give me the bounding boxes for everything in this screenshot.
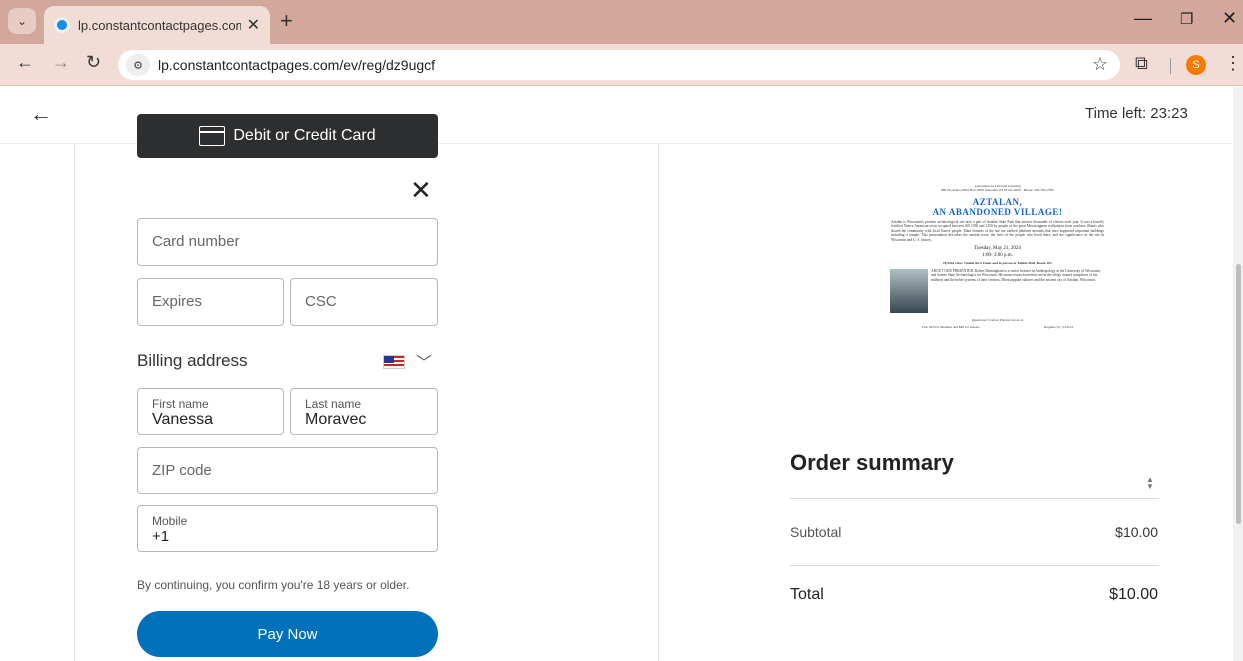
card-button-label: Debit or Credit Card <box>233 127 376 144</box>
profile-avatar[interactable]: S <box>1186 55 1206 75</box>
subtotal-value: $10.00 <box>1115 524 1158 540</box>
close-card-form-icon[interactable]: ✕ <box>410 177 432 203</box>
browser-toolbar: ← → ↻ ⚙ lp.constantcontactpages.com/ev/r… <box>0 44 1243 86</box>
flyer-contact: 869 Wood Road/PO Box 2000, Kenosha WI 53… <box>940 188 1055 192</box>
bookmark-star-icon[interactable]: ☆ <box>1092 54 1108 75</box>
tab-title: lp.constantcontactpages.com/e <box>78 17 241 33</box>
restore-icon[interactable]: ❐ <box>1180 10 1193 28</box>
flyer-fee: Fee: $10 for Member and $20 for Guests <box>922 325 980 330</box>
mobile-value: +1 <box>152 528 170 545</box>
first-name-value: Vanessa <box>152 411 214 428</box>
mobile-field[interactable]: Mobile +1 <box>137 505 438 552</box>
zip-code-placeholder: ZIP code <box>152 462 212 479</box>
scrollbar-thumb[interactable] <box>1236 264 1241 524</box>
csc-field[interactable]: CSC <box>290 278 438 326</box>
summary-divider <box>790 498 1159 499</box>
window-close-icon[interactable]: ✕ <box>1222 8 1237 29</box>
extensions-icon[interactable]: ⧉ <box>1135 53 1148 74</box>
flyer-time: 1:00- 3:00 p.m. <box>982 253 1013 259</box>
first-name-field[interactable]: First name Vanessa <box>137 388 284 435</box>
last-name-label: Last name <box>305 397 362 411</box>
minimize-icon[interactable]: — <box>1134 8 1152 29</box>
presenter-photo <box>890 269 928 314</box>
flyer-title-line2: AN ABANDONED VILLAGE! <box>932 207 1063 217</box>
last-name-field[interactable]: Last name Moravec <box>290 388 438 435</box>
pay-now-label: Pay Now <box>257 625 318 643</box>
more-menu-icon[interactable]: ⋮ <box>1224 53 1242 74</box>
flyer-title-line1: AZTALAN, <box>972 197 1023 207</box>
site-favicon-icon <box>54 17 70 33</box>
flyer-fee-row: Fee: $10 for Member and $20 for Guests R… <box>890 325 1105 329</box>
quantity-stepper-icon[interactable]: ▲ ▼ <box>1146 476 1154 491</box>
chevron-down-icon[interactable]: ﹀ <box>416 349 432 373</box>
card-number-placeholder: Card number <box>152 233 240 250</box>
age-disclaimer: By continuing, you confirm you're 18 yea… <box>137 578 410 592</box>
flyer-presenter-row: ABOUT OUR PRESENTER: Robert Birmingham i… <box>890 269 1105 314</box>
card-number-field[interactable]: Card number <box>137 218 438 266</box>
debit-credit-card-button[interactable]: Debit or Credit Card <box>137 114 438 158</box>
page-back-icon[interactable]: ← <box>30 101 52 127</box>
flyer-format: Hybrid class: Online thru Zoom and in pe… <box>943 261 1052 266</box>
middle-column-border <box>658 143 659 661</box>
csc-placeholder: CSC <box>305 293 337 310</box>
browser-tab[interactable]: lp.constantcontactpages.com/e ✕ <box>44 6 270 44</box>
last-name-value: Moravec <box>305 411 367 428</box>
forward-icon[interactable]: → <box>52 52 70 73</box>
mobile-label: Mobile <box>152 514 188 528</box>
time-left: Time left: 23:23 <box>1085 105 1188 122</box>
url-text: lp.constantcontactpages.com/ev/reg/dz9ug… <box>158 57 436 73</box>
event-flyer: Adventures in Lifelong Learning 869 Wood… <box>890 184 1105 428</box>
total-label: Total <box>790 586 824 603</box>
total-divider <box>790 565 1159 566</box>
browser-tabbar: ⌄ lp.constantcontactpages.com/e ✕ + — ❐ … <box>0 0 1243 44</box>
pay-now-button[interactable]: Pay Now <box>137 611 438 657</box>
flyer-date: Tuesday, May 21, 2024 <box>974 246 1021 252</box>
us-flag-icon[interactable] <box>383 355 405 369</box>
flyer-register-by: Register by: 5/14/24 <box>1044 325 1073 330</box>
zip-code-field[interactable]: ZIP code <box>137 447 438 494</box>
tab-close-icon[interactable]: ✕ <box>247 15 260 35</box>
subtotal-label: Subtotal <box>790 524 842 540</box>
page-content: ← Time left: 23:23 Debit or Credit Card … <box>0 87 1233 661</box>
address-bar[interactable]: ⚙ lp.constantcontactpages.com/ev/reg/dz9… <box>118 50 1120 80</box>
tab-search-button[interactable]: ⌄ <box>8 8 36 34</box>
reload-icon[interactable]: ↻ <box>86 52 101 73</box>
expires-field[interactable]: Expires <box>137 278 284 326</box>
left-column-border <box>74 143 75 661</box>
first-name-label: First name <box>152 397 209 411</box>
toolbar-divider <box>1170 58 1171 74</box>
flyer-bio: ABOUT OUR PRESENTER: Robert Birmingham i… <box>931 269 1102 282</box>
site-info-icon[interactable]: ⚙ <box>126 54 150 76</box>
billing-address-label: Billing address <box>137 351 248 370</box>
back-icon[interactable]: ← <box>16 52 34 73</box>
new-tab-button[interactable]: + <box>280 10 293 32</box>
flyer-questions: Questions? Contact Patricia Gross at <box>971 318 1024 323</box>
order-summary-title: Order summary <box>790 450 954 475</box>
expires-placeholder: Expires <box>152 293 203 310</box>
flyer-description: Aztalan is Wisconsin's premier archaeolo… <box>891 220 1104 242</box>
total-value: $10.00 <box>1109 586 1158 603</box>
credit-card-icon <box>199 126 226 146</box>
